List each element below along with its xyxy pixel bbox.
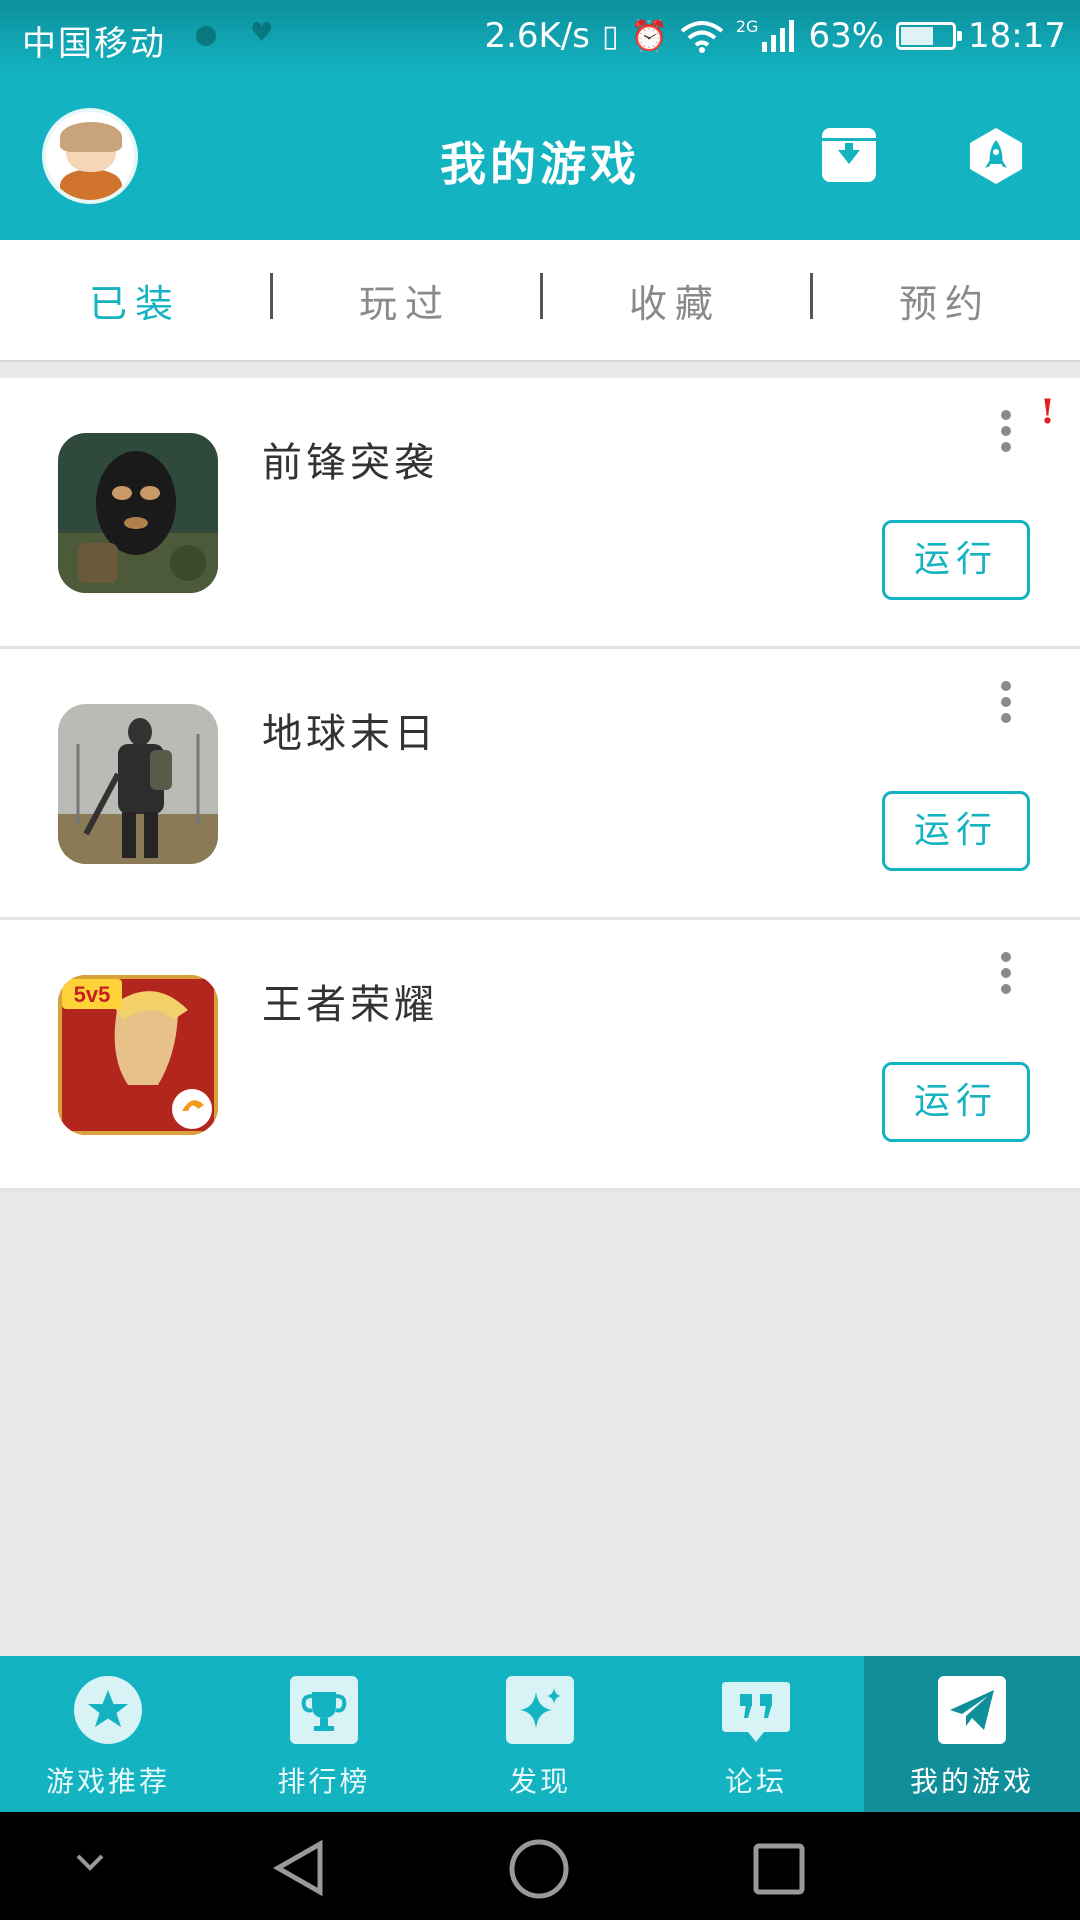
more-options-icon[interactable] (1000, 410, 1012, 454)
game-icon-frontline[interactable] (58, 433, 218, 593)
nav-label: 论坛 (724, 1765, 787, 1798)
nav-item-my-games[interactable]: 我的游戏 (864, 1656, 1080, 1812)
game-icon-last-day-on-earth[interactable] (58, 704, 218, 864)
nav-item-forum[interactable]: 论坛 (648, 1656, 864, 1812)
tab-favorites[interactable]: 收藏 (540, 272, 810, 328)
nav-label: 我的游戏 (909, 1765, 1034, 1798)
more-options-icon[interactable] (1000, 681, 1012, 725)
game-name: 前锋突袭 (262, 440, 438, 486)
net-speed: 2.6K/s (484, 16, 590, 56)
tab-played[interactable]: 玩过 (270, 272, 540, 328)
heart-notification-icon: ♥ (250, 18, 274, 48)
tab-reservations[interactable]: 预约 (810, 272, 1080, 328)
update-alert-icon: ! (1040, 392, 1055, 432)
battery-percent: 63% (808, 16, 885, 56)
chevron-down-icon[interactable] (72, 1850, 108, 1874)
home-icon[interactable] (508, 1838, 570, 1900)
run-button[interactable]: 运行 (882, 520, 1030, 600)
network-type: 2G (735, 16, 759, 36)
trophy-icon (290, 1676, 358, 1744)
recents-icon[interactable] (752, 1842, 806, 1896)
notification-icon (196, 26, 216, 46)
system-nav-bar (0, 1812, 1080, 1920)
battery-fill (901, 27, 933, 45)
tab-installed[interactable]: 已装 (0, 273, 270, 328)
quote-icon (722, 1682, 790, 1742)
nav-item-discover[interactable]: 发现 (432, 1656, 648, 1812)
rocket-icon[interactable] (968, 128, 1024, 184)
game-name: 地球末日 (262, 711, 438, 757)
status-bar: 中国移动 ♥ 2.6K/s ▯ ⏰ 2G 63% 18:17 (0, 0, 1080, 72)
more-options-icon[interactable] (1000, 952, 1012, 996)
run-button[interactable]: 运行 (882, 1062, 1030, 1142)
list-item[interactable]: 5v5 王者荣耀 运行 (0, 920, 1080, 1191)
app-header: 我的游戏 (0, 72, 1080, 240)
wifi-icon (680, 21, 724, 53)
page-title: 我的游戏 (440, 137, 640, 191)
carrier-label: 中国移动 (22, 24, 166, 64)
alarm-icon: ⏰ (630, 18, 668, 54)
list-item[interactable]: 前锋突袭 ! 运行 (0, 378, 1080, 649)
nav-label: 排行榜 (277, 1765, 371, 1798)
status-indicators: 2.6K/s ▯ ⏰ 2G 63% 18:17 (484, 16, 1066, 56)
paper-plane-icon (938, 1676, 1006, 1744)
nav-label: 游戏推荐 (45, 1765, 170, 1798)
sparkle-icon (506, 1676, 574, 1744)
star-icon (74, 1676, 142, 1744)
list-item[interactable]: 地球末日 运行 (0, 649, 1080, 920)
download-arrow-stem (845, 143, 853, 153)
game-list: 前锋突袭 ! 运行 地球末日 运行 5v5 王者荣耀 运行 (0, 378, 1080, 1191)
download-box-icon[interactable] (822, 128, 876, 182)
bottom-nav: 游戏推荐 排行榜 发现 论坛 我的游戏 (0, 1656, 1080, 1812)
battery-icon (896, 22, 963, 50)
game-icon-honor-of-kings[interactable]: 5v5 (58, 975, 218, 1135)
game-name: 王者荣耀 (262, 982, 438, 1028)
clock: 18:17 (968, 16, 1066, 56)
nav-item-rankings[interactable]: 排行榜 (216, 1656, 432, 1812)
nav-label: 发现 (508, 1765, 571, 1798)
signal-icon (762, 20, 795, 52)
nav-item-recommend[interactable]: 游戏推荐 (0, 1656, 216, 1812)
tab-bar: 已装 玩过 收藏 预约 (0, 240, 1080, 362)
vibrate-icon: ▯ (601, 18, 619, 54)
back-icon[interactable] (270, 1838, 328, 1898)
run-button[interactable]: 运行 (882, 791, 1030, 871)
game-badge: 5v5 (74, 982, 111, 1007)
